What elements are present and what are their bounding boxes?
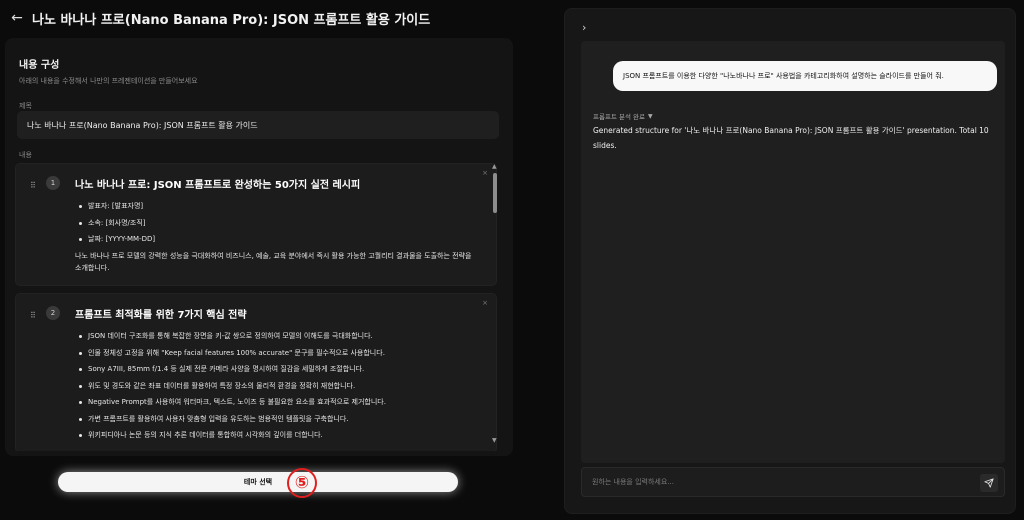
- close-icon[interactable]: ×: [482, 299, 488, 307]
- slide-title[interactable]: 프롬프트 최적화를 위한 7가지 핵심 전략: [75, 306, 247, 321]
- slide-number: 2: [46, 306, 60, 320]
- scroll-down-arrow-icon[interactable]: ▼: [492, 437, 497, 444]
- bullet-item[interactable]: 위도 및 경도와 같은 좌표 데이터를 활용하여 특정 장소의 물리적 환경을 …: [79, 378, 386, 395]
- bullet-item[interactable]: JSON 데이터 구조화를 통해 복잡한 장면을 키-값 쌍으로 정의하여 모델…: [79, 328, 386, 345]
- step-marker: ⑤: [287, 468, 317, 498]
- back-button[interactable]: ←: [4, 5, 30, 31]
- chat-panel: › JSON 프롬프트를 이용한 다양한 "나노바나나 프로" 사용법을 카테고…: [564, 8, 1016, 514]
- send-button[interactable]: [980, 474, 998, 492]
- user-message: JSON 프롬프트를 이용한 다양한 "나노바나나 프로" 사용법을 카테고리화…: [613, 61, 997, 91]
- bullet-item[interactable]: 발표자: [발표자명]: [79, 198, 155, 215]
- theme-select-button[interactable]: 테마 선택: [58, 472, 458, 492]
- chat-input-placeholder: 원하는 내용을 입력하세요...: [592, 478, 674, 486]
- assistant-message: Generated structure for '나노 바나나 프로(Nano …: [593, 126, 989, 150]
- bullet-item[interactable]: 가변 프롬프트를 활용하여 사용자 맞춤형 입력을 유도하는 범용적인 템플릿을…: [79, 411, 386, 428]
- slide-number: 1: [46, 176, 60, 190]
- bullet-item[interactable]: 인물 정체성 고정을 위해 "Keep facial features 100%…: [79, 345, 386, 362]
- scroll-up-arrow-icon[interactable]: ▲: [492, 163, 497, 170]
- section-subtitle: 아래의 내용을 수정해서 나만의 프레젠테이션을 만들어보세요: [19, 77, 198, 85]
- arrow-left-icon: ←: [11, 10, 23, 26]
- scroll-thumb[interactable]: [493, 173, 497, 213]
- bullet-item[interactable]: 소속: [회사명/조직]: [79, 215, 155, 232]
- analysis-status-toggle[interactable]: 프롬프트 분석 완료 ▼: [593, 111, 653, 122]
- content-label: 내용: [19, 151, 32, 159]
- slides-scrollbar[interactable]: ▲ ▼: [492, 163, 498, 445]
- drag-handle-icon[interactable]: ⠿: [30, 181, 36, 190]
- section-title: 내용 구성: [19, 60, 60, 71]
- slide-card[interactable]: ⠿ 2 × 프롬프트 최적화를 위한 7가지 핵심 전략 JSON 데이터 구조…: [15, 293, 497, 451]
- slide-card[interactable]: ⠿ 1 × 나노 바나나 프로: JSON 프롬프트로 완성하는 50가지 실전…: [15, 163, 497, 286]
- slide-description[interactable]: 나노 바나나 프로 모델의 강력한 성능을 극대화하여 비즈니스, 예술, 교육…: [75, 250, 475, 274]
- bullet-item[interactable]: 위키피디아나 논문 등의 지식 추론 데이터를 통합하여 시각화의 깊이를 더합…: [79, 427, 386, 444]
- slide-bullets: 발표자: [발표자명] 소속: [회사명/조직] 날짜: [YYYY-MM-DD…: [79, 198, 155, 248]
- send-icon: [984, 478, 994, 488]
- title-label: 제목: [19, 102, 32, 110]
- analysis-status-label: 프롬프트 분석 완료: [593, 113, 645, 121]
- close-icon[interactable]: ×: [482, 169, 488, 177]
- title-input[interactable]: 나노 바나나 프로(Nano Banana Pro): JSON 프롬프트 활용…: [17, 111, 499, 139]
- chat-input[interactable]: 원하는 내용을 입력하세요...: [581, 467, 1005, 497]
- bullet-item[interactable]: Sony A7III, 85mm f/1.4 등 실제 전문 카메라 사양을 명…: [79, 361, 386, 378]
- content-editor-panel: 내용 구성 아래의 내용을 수정해서 나만의 프레젠테이션을 만들어보세요 제목…: [5, 38, 513, 456]
- bullet-item[interactable]: 날짜: [YYYY-MM-DD]: [79, 231, 155, 248]
- chevron-right-icon[interactable]: ›: [582, 21, 586, 34]
- header: ← 나노 바나나 프로(Nano Banana Pro): JSON 프롬프트 …: [0, 0, 560, 36]
- chat-messages: JSON 프롬프트를 이용한 다양한 "나노바나나 프로" 사용법을 카테고리화…: [581, 41, 1005, 463]
- slides-list[interactable]: ⠿ 1 × 나노 바나나 프로: JSON 프롬프트로 완성하는 50가지 실전…: [15, 161, 507, 451]
- drag-handle-icon[interactable]: ⠿: [30, 311, 36, 320]
- page-title: 나노 바나나 프로(Nano Banana Pro): JSON 프롬프트 활용…: [32, 12, 431, 28]
- slide-title[interactable]: 나노 바나나 프로: JSON 프롬프트로 완성하는 50가지 실전 레시피: [75, 176, 360, 191]
- caret-down-icon: ▼: [647, 112, 653, 120]
- bullet-item[interactable]: Negative Prompt를 사용하여 워터마크, 텍스트, 노이즈 등 불…: [79, 394, 386, 411]
- slide-bullets: JSON 데이터 구조화를 통해 복잡한 장면을 키-값 쌍으로 정의하여 모델…: [79, 328, 386, 444]
